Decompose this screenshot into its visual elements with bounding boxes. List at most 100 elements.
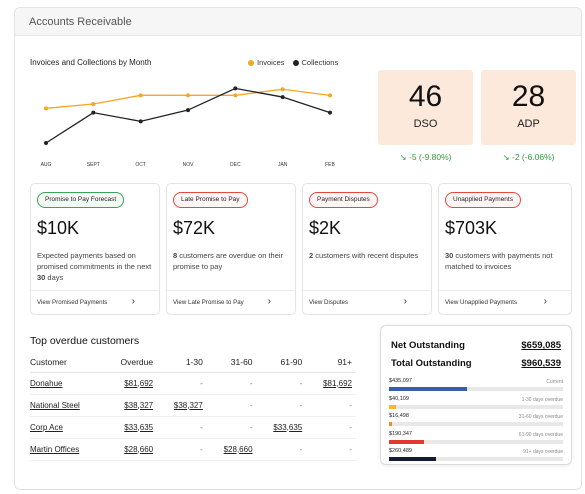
table-cell: - (157, 438, 207, 461)
aging-amount: $16,498 (389, 413, 409, 419)
panel-header: Accounts Receivable (15, 8, 581, 36)
card-description: 8 customers are overdue on their promise… (173, 250, 293, 272)
bucket-amount-link[interactable]: $81,692 (323, 379, 352, 388)
table-cell: - (256, 394, 307, 417)
card-amount: $10K (37, 218, 80, 238)
aging-bar-fill (389, 439, 424, 444)
card-unapplied-payments: Unapplied Payments $703K 30 customers wi… (438, 183, 572, 315)
aging-bar-fill (389, 387, 468, 391)
overdue-amount-link[interactable]: $81,692 (124, 379, 153, 388)
kpi-dso-delta: ↘ -5 (-9.80%) (399, 152, 452, 162)
legend-label-collections: Collections (301, 58, 339, 67)
col-customer: Customer (30, 352, 103, 373)
legend-label-invoices: Invoices (257, 58, 285, 67)
view-disputes-link[interactable]: View Disputes (309, 299, 348, 306)
chevron-right-icon[interactable]: › (544, 296, 547, 307)
net-outstanding-label: Net Outstanding (391, 340, 465, 351)
aging-bar-track (389, 387, 563, 391)
aging-amount: $40,109 (389, 395, 409, 402)
kpi-adp: 28 ADP (481, 70, 576, 145)
data-point-collections[interactable] (44, 141, 48, 145)
kpi-adp-value: 28 (511, 80, 546, 113)
chart-legend: Invoices Collections (248, 58, 338, 67)
data-point-collections[interactable] (233, 86, 238, 91)
aging-bar-track (389, 439, 563, 444)
customer-link[interactable]: Donahue (30, 379, 62, 388)
card-footer-link[interactable]: View Promised Payments › (31, 290, 159, 314)
card-footer-link[interactable]: View Disputes › (303, 290, 431, 314)
chevron-right-icon[interactable]: › (268, 296, 271, 307)
table-cell: - (206, 372, 257, 395)
page-title: Accounts Receivable (29, 16, 132, 28)
legend-swatch-collections (292, 59, 299, 66)
chevron-right-icon[interactable]: › (404, 296, 407, 307)
invoices-collections-chart: AUG SEPT OCT NOV DEC JAN FEB (41, 86, 336, 168)
net-outstanding-value[interactable]: $659,085 (521, 340, 561, 351)
data-point-invoices[interactable] (280, 87, 285, 92)
card-desc-text: customers are overdue on their promise t… (173, 251, 284, 271)
card-desc-tail: days (45, 273, 64, 282)
data-point-collections[interactable] (280, 95, 285, 100)
card-promise-to-pay: Promise to Pay Forecast $10K Expected pa… (30, 183, 160, 315)
aging-bar-track (389, 404, 563, 409)
customer-link[interactable]: Martin Offices (30, 445, 79, 454)
view-promised-payments-link[interactable]: View Promised Payments (37, 299, 107, 306)
legend-item-invoices: Invoices (248, 58, 285, 67)
card-amount: $703K (445, 218, 498, 238)
aging-amount: $435,097 (389, 378, 412, 384)
data-point-collections[interactable] (91, 110, 96, 115)
data-point-invoices[interactable] (44, 106, 48, 111)
aging-bar-fill (389, 457, 436, 461)
data-point-invoices[interactable] (328, 93, 332, 98)
kpi-adp-label: ADP (517, 118, 540, 130)
card-desc-text: customers with recent disputes (313, 251, 419, 260)
customer-link[interactable]: Corp Ace (30, 423, 63, 432)
card-footer-link[interactable]: View Unapplied Payments › (439, 290, 571, 314)
kpi-dso-label: DSO (413, 118, 438, 130)
col-31-60: 31-60 (206, 352, 257, 373)
overdue-amount-link[interactable]: $33,635 (124, 423, 153, 432)
kpi-adp-delta: ↘ -2 (-6.06%) (502, 152, 555, 162)
data-point-invoices[interactable] (186, 93, 190, 98)
table-header-row: Customer Overdue 1-30 31-60 61-90 91+ (30, 352, 356, 373)
card-amount: $2K (309, 218, 342, 238)
table-cell: - (306, 416, 356, 439)
table-cell: - (157, 372, 207, 395)
data-point-collections[interactable] (328, 110, 332, 115)
bucket-amount-link[interactable]: $33,635 (273, 423, 302, 432)
data-point-collections[interactable] (186, 108, 190, 113)
customer-link[interactable]: National Steel (30, 401, 80, 410)
bucket-amount-link[interactable]: $28,660 (224, 445, 253, 454)
card-pill: Promise to Pay Forecast (37, 192, 125, 208)
chevron-right-icon[interactable]: › (132, 296, 135, 307)
table-cell: - (157, 416, 207, 439)
data-point-invoices[interactable] (91, 102, 96, 106)
aging-amount: $260,489 (389, 448, 412, 454)
outstanding-summary-card: Net Outstanding $659,085 Total Outstandi… (380, 325, 572, 465)
card-description: 2 customers with recent disputes (309, 250, 429, 261)
card-pill: Late Promise to Pay (173, 192, 248, 208)
col-61-90: 61-90 (256, 352, 307, 373)
x-tick-label: SEPT (87, 162, 100, 168)
overdue-table: Customer Overdue 1-30 31-60 61-90 91+ Do… (30, 352, 356, 461)
table-cell: - (256, 438, 307, 461)
card-footer-link[interactable]: View Late Promise to Pay › (167, 290, 295, 314)
chart-title: Invoices and Collections by Month (30, 58, 152, 67)
aging-bar-fill (389, 404, 396, 409)
overdue-amount-link[interactable]: $38,327 (124, 401, 153, 410)
data-point-invoices[interactable] (138, 93, 143, 98)
table-row: Corp Ace $33,635 - - $33,635 - (30, 416, 356, 439)
aging-bucket-label: 91+ days overdue (523, 449, 563, 455)
x-tick-label: JAN (278, 162, 288, 168)
total-outstanding-value[interactable]: $960,539 (521, 358, 561, 369)
data-point-collections[interactable] (138, 119, 143, 124)
view-unapplied-payments-link[interactable]: View Unapplied Payments (445, 299, 517, 306)
col-overdue: Overdue (102, 352, 158, 373)
bucket-amount-link[interactable]: $38,327 (174, 401, 203, 410)
overdue-amount-link[interactable]: $28,660 (124, 445, 153, 454)
view-late-promise-link[interactable]: View Late Promise to Pay (173, 299, 244, 306)
card-payment-disputes: Payment Disputes $2K 2 customers with re… (302, 183, 432, 315)
aging-row: $260,489 91+ days overdue (389, 448, 563, 470)
x-tick-label: OCT (135, 162, 146, 168)
data-point-invoices[interactable] (233, 93, 238, 98)
